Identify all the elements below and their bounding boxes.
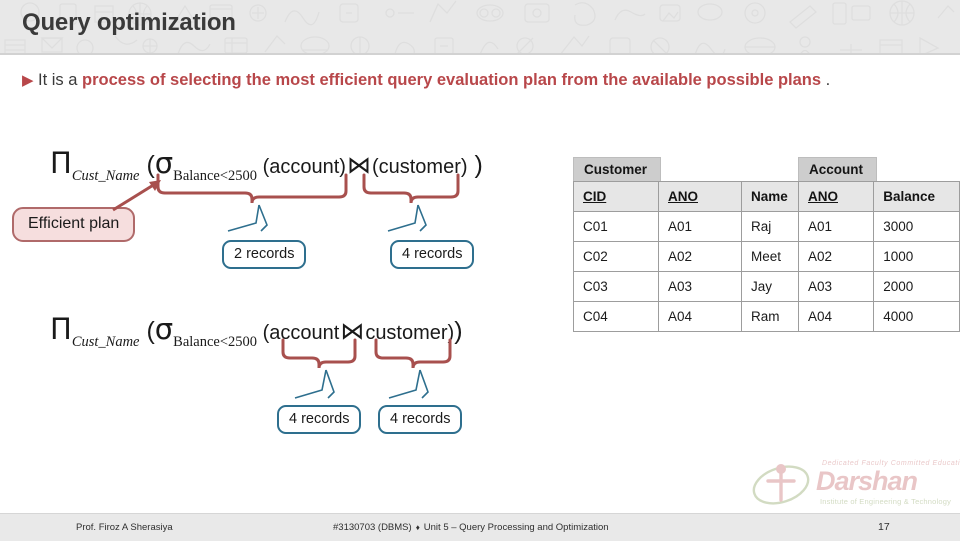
cell: A02 — [797, 241, 875, 272]
expression-2-brace-group — [281, 338, 452, 399]
bullet-segment-highlight: process of selecting the most efficient … — [82, 71, 822, 89]
cell: 3000 — [873, 211, 960, 242]
logo-name: Darshan — [816, 466, 918, 496]
account-table-header-row: ANO Balance — [797, 181, 960, 212]
record-callout-expr2-right: 4 records — [378, 405, 463, 434]
bullet-segment-plain-2: . — [821, 71, 831, 89]
page-title: Query optimization — [22, 9, 236, 36]
bullet-segment-plain-1: It is a — [38, 71, 83, 89]
selection-subscript-2: Balance<2500 — [173, 334, 258, 351]
triangle-right-icon: ▶ — [22, 72, 34, 89]
darshan-emblem-icon — [752, 464, 810, 505]
customer-table-caption: Customer — [573, 157, 662, 181]
account-table-caption: Account — [798, 157, 877, 181]
table-row: C03 A03 Jay — [573, 271, 823, 302]
open-paren-2: ( — [146, 317, 155, 345]
darshan-logo: Dedicated Faculty Committed Education Da… — [750, 459, 960, 511]
selection-operator-2: σ — [154, 312, 174, 346]
cell: A04 — [658, 301, 742, 332]
projection-operator-2: Π — [50, 312, 72, 346]
customer-col-cid: CID — [573, 181, 659, 212]
footer-course-unit: #3130703 (DBMS) ♦ Unit 5 – Query Processin… — [333, 522, 609, 533]
cell: C04 — [573, 301, 659, 332]
efficient-plan-arrow-icon — [112, 180, 161, 212]
cell: A02 — [658, 241, 742, 272]
customer-col-ano: ANO — [658, 181, 742, 212]
header-divider — [0, 53, 960, 55]
table-row: A01 3000 — [797, 211, 960, 242]
footer-unit: Unit 5 – Query Processing and Optimizati… — [423, 522, 609, 533]
cell: A01 — [797, 211, 875, 242]
customer-table: CID ANO Name C01 A01 Raj C02 A02 Meet C03 A03… — [573, 181, 823, 332]
cell: C03 — [573, 271, 659, 302]
expression-1-brace-group — [156, 173, 460, 232]
record-callout-expr1-left: 2 records — [222, 240, 307, 269]
bullet-paragraph: ▶ It is a process of selecting the most … — [22, 68, 938, 93]
cell: A03 — [797, 271, 875, 302]
account-col-balance: Balance — [873, 181, 960, 212]
table-row: A04 4000 — [797, 301, 960, 332]
account-table: ANO Balance A01 3000 A02 1000 A03 2000 A04 4… — [797, 181, 960, 332]
table-row: A02 1000 — [797, 241, 960, 272]
table-row: C01 A01 Raj — [573, 211, 823, 242]
account-table-block: Account ANO Balance A01 3000 A02 1000 A03 2… — [797, 157, 960, 332]
cell: A04 — [797, 301, 875, 332]
bullet-text: It is a process of selecting the most ef… — [38, 68, 938, 93]
slide-footer: Prof. Firoz A Sherasiya #3130703 (DBMS) ♦… — [0, 513, 960, 541]
footer-course-code: #3130703 (DBMS) — [333, 522, 412, 533]
slide-header: Query optimization — [0, 0, 960, 55]
customer-table-header-row: CID ANO Name — [573, 181, 823, 212]
record-callout-expr1-right: 4 records — [390, 240, 475, 269]
table-row: C02 A02 Meet — [573, 241, 823, 272]
record-callout-expr2-left: 4 records — [277, 405, 362, 434]
cell: 4000 — [873, 301, 960, 332]
table-row: A03 2000 — [797, 271, 960, 302]
cell: 1000 — [873, 241, 960, 272]
cell: 2000 — [873, 271, 960, 302]
footer-page-number: 17 — [878, 521, 890, 533]
account-col-ano: ANO — [797, 181, 875, 212]
cell: A03 — [658, 271, 742, 302]
projection-subscript-2: Cust_Name — [71, 334, 140, 351]
cell: C02 — [573, 241, 659, 272]
cell: C01 — [573, 211, 659, 242]
logo-subtitle: Institute of Engineering & Technology — [820, 497, 952, 506]
footer-separator-icon: ♦ — [415, 523, 420, 532]
footer-author: Prof. Firoz A Sherasiya — [76, 522, 173, 533]
projection-operator-1: Π — [50, 146, 72, 180]
cell: A01 — [658, 211, 742, 242]
table-row: C04 A04 Ram — [573, 301, 823, 332]
customer-table-block: Customer CID ANO Name C01 A01 Raj C02 A02 Me… — [573, 157, 823, 332]
